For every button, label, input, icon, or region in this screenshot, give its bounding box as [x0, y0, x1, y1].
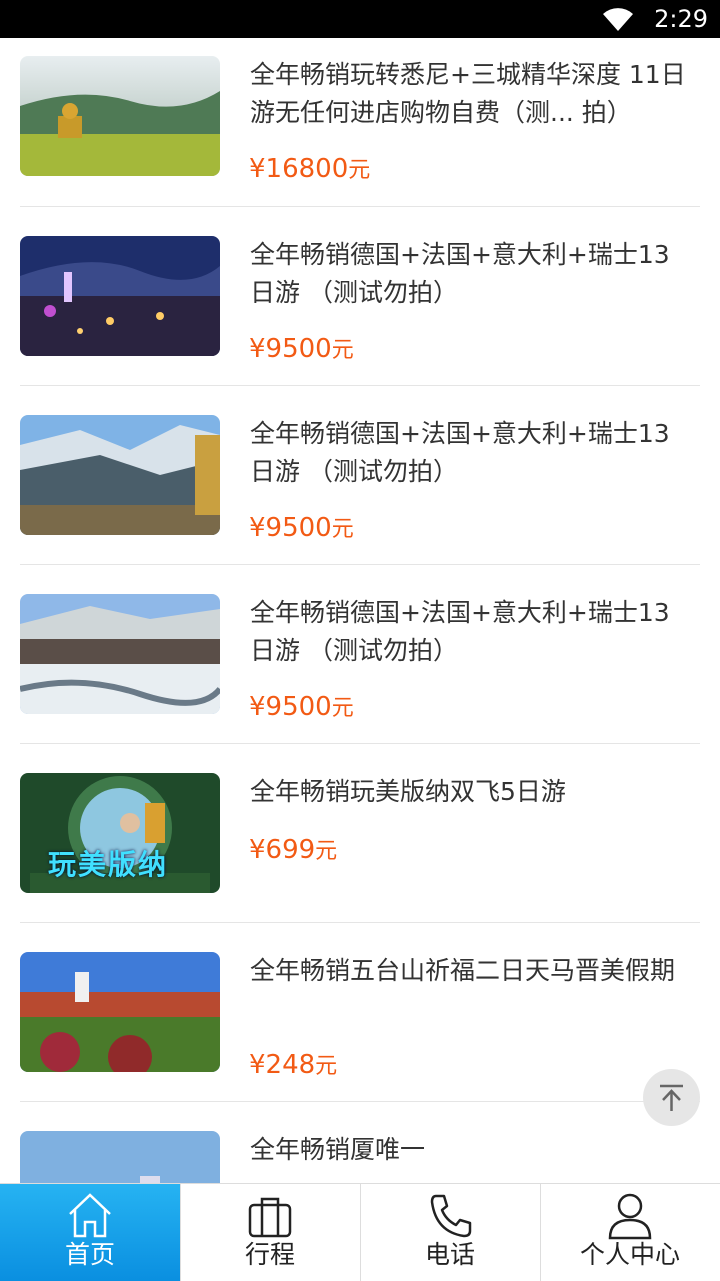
phone-icon [430, 1194, 472, 1238]
list-item[interactable]: 全年畅销玩转悉尼+三城精华深度 11日游无任何进店购物自费（测... 拍） ¥1… [20, 56, 700, 207]
tab-home[interactable]: 首页 [0, 1184, 180, 1281]
clock: 2:29 [654, 5, 708, 33]
list-item[interactable]: 全年畅销五台山祈福二日天马晋美假期 ¥248元 [20, 952, 700, 1102]
product-price: ¥699元 [249, 835, 338, 865]
product-title[interactable]: 全年畅销德国+法国+意大利+瑞士13日游 （测试勿拍） [250, 236, 690, 312]
product-title[interactable]: 全年畅销玩转悉尼+三城精华深度 11日游无任何进店购物自费（测... 拍） [250, 56, 690, 132]
product-title[interactable]: 全年畅销厦唯一 [250, 1131, 690, 1169]
tab-label: 电话 [424, 1240, 475, 1269]
divider [20, 564, 700, 565]
product-thumbnail[interactable] [20, 594, 220, 714]
list-item[interactable]: 全年畅销厦唯一 [20, 1131, 700, 1183]
bottom-tab-bar: 首页 行程 电话 个人中心 [0, 1183, 720, 1281]
divider [20, 922, 700, 923]
divider [20, 1101, 700, 1102]
product-price: ¥9500元 [249, 692, 354, 722]
product-title[interactable]: 全年畅销德国+法国+意大利+瑞士13日游 （测试勿拍） [250, 415, 690, 491]
back-to-top-button[interactable] [643, 1069, 700, 1126]
divider [20, 206, 700, 207]
product-title[interactable]: 全年畅销玩美版纳双飞5日游 [250, 773, 690, 811]
tab-phone[interactable]: 电话 [360, 1184, 540, 1281]
tab-itinerary[interactable]: 行程 [180, 1184, 360, 1281]
product-price: ¥248元 [249, 1050, 338, 1080]
list-item[interactable]: 玩美版纳 全年畅销玩美版纳双飞5日游 ¥699元 [20, 773, 700, 923]
product-thumbnail[interactable]: 玩美版纳 [20, 773, 220, 893]
status-bar: 2:29 [0, 0, 720, 38]
product-thumbnail[interactable] [20, 415, 220, 535]
list-item[interactable]: 全年畅销德国+法国+意大利+瑞士13日游 （测试勿拍） ¥9500元 [20, 415, 700, 565]
divider [20, 743, 700, 744]
wifi-icon [603, 8, 633, 32]
home-icon [69, 1193, 111, 1238]
user-icon [608, 1193, 652, 1240]
product-thumbnail[interactable] [20, 1131, 220, 1183]
tab-label: 首页 [64, 1240, 115, 1269]
product-price: ¥16800元 [249, 154, 371, 184]
thumbnail-caption: 玩美版纳 [48, 848, 169, 881]
product-title[interactable]: 全年畅销德国+法国+意大利+瑞士13日游 （测试勿拍） [250, 594, 690, 670]
product-thumbnail[interactable] [20, 56, 220, 176]
tab-label: 行程 [244, 1240, 295, 1269]
product-list[interactable]: 全年畅销玩转悉尼+三城精华深度 11日游无任何进店购物自费（测... 拍） ¥1… [0, 38, 720, 1183]
divider [20, 385, 700, 386]
arrow-up-to-top-icon [660, 1084, 683, 1111]
list-item[interactable]: 全年畅销德国+法国+意大利+瑞士13日游 （测试勿拍） ¥9500元 [20, 594, 700, 744]
product-title[interactable]: 全年畅销五台山祈福二日天马晋美假期 [250, 952, 690, 990]
product-thumbnail[interactable] [20, 952, 220, 1072]
briefcase-icon [248, 1197, 292, 1238]
product-price: ¥9500元 [249, 513, 354, 543]
list-item[interactable]: 全年畅销德国+法国+意大利+瑞士13日游 （测试勿拍） ¥9500元 [20, 236, 700, 386]
product-price: ¥9500元 [249, 334, 354, 364]
product-thumbnail[interactable] [20, 236, 220, 356]
tab-profile[interactable]: 个人中心 [540, 1184, 720, 1281]
tab-label: 个人中心 [579, 1240, 680, 1269]
